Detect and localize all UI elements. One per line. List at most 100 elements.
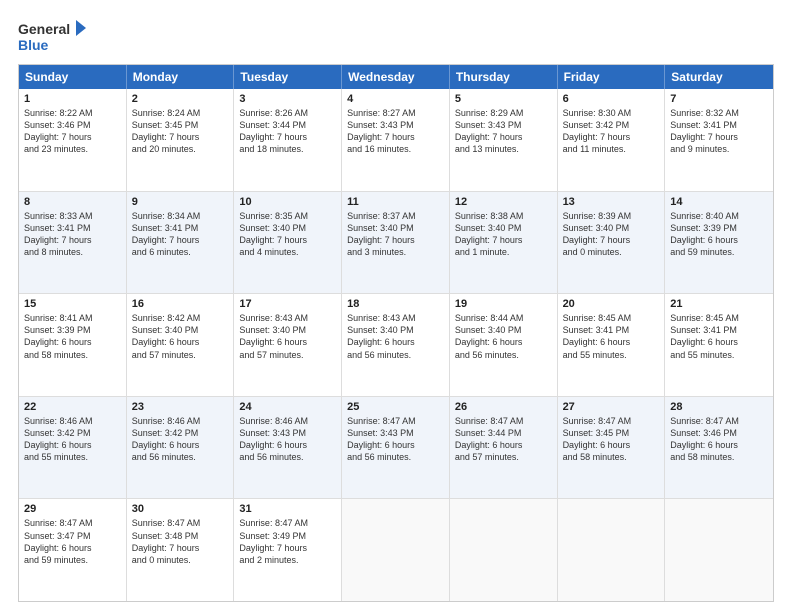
- day-number: 20: [563, 298, 660, 310]
- calendar-cell: 15 Sunrise: 8:41 AM Sunset: 3:39 PM Dayli…: [19, 294, 127, 396]
- cell-info: Sunrise: 8:47 AM Sunset: 3:48 PM Dayligh…: [132, 517, 229, 566]
- day-number: 19: [455, 298, 552, 310]
- day-number: 11: [347, 196, 444, 208]
- day-number: 3: [239, 93, 336, 105]
- day-number: 23: [132, 401, 229, 413]
- cell-info: Sunrise: 8:40 AM Sunset: 3:39 PM Dayligh…: [670, 210, 768, 259]
- calendar-row-1: 1Sunrise: 8:22 AM Sunset: 3:46 PM Daylig…: [19, 89, 773, 192]
- cell-info: Sunrise: 8:32 AM Sunset: 3:41 PM Dayligh…: [670, 107, 768, 156]
- calendar-cell: 17 Sunrise: 8:43 AM Sunset: 3:40 PM Dayli…: [234, 294, 342, 396]
- cell-info: Sunrise: 8:43 AM Sunset: 3:40 PM Dayligh…: [347, 312, 444, 361]
- calendar-cell: 21 Sunrise: 8:45 AM Sunset: 3:41 PM Dayli…: [665, 294, 773, 396]
- header-cell-tuesday: Tuesday: [234, 65, 342, 89]
- svg-text:Blue: Blue: [18, 37, 49, 53]
- day-number: 29: [24, 503, 121, 515]
- calendar-cell: 7 Sunrise: 8:32 AM Sunset: 3:41 PM Daylig…: [665, 89, 773, 191]
- svg-text:General: General: [18, 21, 70, 37]
- cell-info: Sunrise: 8:46 AM Sunset: 3:42 PM Dayligh…: [132, 415, 229, 464]
- cell-info: Sunrise: 8:24 AM Sunset: 3:45 PM Dayligh…: [132, 107, 229, 156]
- calendar-cell: 11Sunrise: 8:37 AM Sunset: 3:40 PM Dayli…: [342, 192, 450, 294]
- day-number: 15: [24, 298, 121, 310]
- logo-svg: GeneralBlue: [18, 18, 88, 56]
- calendar-cell: 29Sunrise: 8:47 AM Sunset: 3:47 PM Dayli…: [19, 499, 127, 601]
- header-cell-monday: Monday: [127, 65, 235, 89]
- day-number: 4: [347, 93, 444, 105]
- cell-info: Sunrise: 8:42 AM Sunset: 3:40 PM Dayligh…: [132, 312, 229, 361]
- calendar-cell: [450, 499, 558, 601]
- calendar-row-5: 29Sunrise: 8:47 AM Sunset: 3:47 PM Dayli…: [19, 499, 773, 601]
- day-number: 13: [563, 196, 660, 208]
- calendar-cell: 25Sunrise: 8:47 AM Sunset: 3:43 PM Dayli…: [342, 397, 450, 499]
- cell-info: Sunrise: 8:29 AM Sunset: 3:43 PM Dayligh…: [455, 107, 552, 156]
- header-cell-wednesday: Wednesday: [342, 65, 450, 89]
- header-cell-thursday: Thursday: [450, 65, 558, 89]
- cell-info: Sunrise: 8:43 AM Sunset: 3:40 PM Dayligh…: [239, 312, 336, 361]
- day-number: 8: [24, 196, 121, 208]
- calendar-cell: 22 Sunrise: 8:46 AM Sunset: 3:42 PM Dayli…: [19, 397, 127, 499]
- cell-info: Sunrise: 8:44 AM Sunset: 3:40 PM Dayligh…: [455, 312, 552, 361]
- day-number: 30: [132, 503, 229, 515]
- cell-info: Sunrise: 8:33 AM Sunset: 3:41 PM Dayligh…: [24, 210, 121, 259]
- cell-info: Sunrise: 8:39 AM Sunset: 3:40 PM Dayligh…: [563, 210, 660, 259]
- calendar-body: 1Sunrise: 8:22 AM Sunset: 3:46 PM Daylig…: [19, 89, 773, 601]
- day-number: 16: [132, 298, 229, 310]
- day-number: 21: [670, 298, 768, 310]
- calendar-header: SundayMondayTuesdayWednesdayThursdayFrid…: [19, 65, 773, 89]
- header-cell-sunday: Sunday: [19, 65, 127, 89]
- day-number: 1: [24, 93, 121, 105]
- calendar-cell: 23 Sunrise: 8:46 AM Sunset: 3:42 PM Dayli…: [127, 397, 235, 499]
- cell-info: Sunrise: 8:47 AM Sunset: 3:46 PM Dayligh…: [670, 415, 768, 464]
- calendar-cell: 5 Sunrise: 8:29 AM Sunset: 3:43 PM Daylig…: [450, 89, 558, 191]
- calendar-row-2: 8 Sunrise: 8:33 AM Sunset: 3:41 PM Daylig…: [19, 192, 773, 295]
- calendar-cell: 26 Sunrise: 8:47 AM Sunset: 3:44 PM Dayli…: [450, 397, 558, 499]
- calendar-cell: 28 Sunrise: 8:47 AM Sunset: 3:46 PM Dayli…: [665, 397, 773, 499]
- day-number: 9: [132, 196, 229, 208]
- cell-info: Sunrise: 8:27 AM Sunset: 3:43 PM Dayligh…: [347, 107, 444, 156]
- header: GeneralBlue: [18, 18, 774, 56]
- day-number: 2: [132, 93, 229, 105]
- day-number: 7: [670, 93, 768, 105]
- day-number: 5: [455, 93, 552, 105]
- day-number: 12: [455, 196, 552, 208]
- cell-info: Sunrise: 8:47 AM Sunset: 3:45 PM Dayligh…: [563, 415, 660, 464]
- calendar-cell: 12Sunrise: 8:38 AM Sunset: 3:40 PM Dayli…: [450, 192, 558, 294]
- cell-info: Sunrise: 8:46 AM Sunset: 3:42 PM Dayligh…: [24, 415, 121, 464]
- day-number: 28: [670, 401, 768, 413]
- calendar-cell: 27 Sunrise: 8:47 AM Sunset: 3:45 PM Dayli…: [558, 397, 666, 499]
- day-number: 17: [239, 298, 336, 310]
- cell-info: Sunrise: 8:45 AM Sunset: 3:41 PM Dayligh…: [670, 312, 768, 361]
- cell-info: Sunrise: 8:41 AM Sunset: 3:39 PM Dayligh…: [24, 312, 121, 361]
- calendar-cell: 4 Sunrise: 8:27 AM Sunset: 3:43 PM Daylig…: [342, 89, 450, 191]
- calendar-cell: 2 Sunrise: 8:24 AM Sunset: 3:45 PM Daylig…: [127, 89, 235, 191]
- calendar-cell: 31 Sunrise: 8:47 AM Sunset: 3:49 PM Dayli…: [234, 499, 342, 601]
- calendar-cell: [665, 499, 773, 601]
- calendar: SundayMondayTuesdayWednesdayThursdayFrid…: [18, 64, 774, 602]
- calendar-cell: [558, 499, 666, 601]
- day-number: 26: [455, 401, 552, 413]
- day-number: 14: [670, 196, 768, 208]
- day-number: 10: [239, 196, 336, 208]
- calendar-cell: [342, 499, 450, 601]
- day-number: 22: [24, 401, 121, 413]
- calendar-cell: 20 Sunrise: 8:45 AM Sunset: 3:41 PM Dayli…: [558, 294, 666, 396]
- day-number: 18: [347, 298, 444, 310]
- calendar-cell: 9 Sunrise: 8:34 AM Sunset: 3:41 PM Daylig…: [127, 192, 235, 294]
- cell-info: Sunrise: 8:45 AM Sunset: 3:41 PM Dayligh…: [563, 312, 660, 361]
- page: GeneralBlue SundayMondayTuesdayWednesday…: [0, 0, 792, 612]
- day-number: 25: [347, 401, 444, 413]
- calendar-cell: 24Sunrise: 8:46 AM Sunset: 3:43 PM Dayli…: [234, 397, 342, 499]
- calendar-cell: 30 Sunrise: 8:47 AM Sunset: 3:48 PM Dayli…: [127, 499, 235, 601]
- day-number: 24: [239, 401, 336, 413]
- cell-info: Sunrise: 8:47 AM Sunset: 3:44 PM Dayligh…: [455, 415, 552, 464]
- cell-info: Sunrise: 8:47 AM Sunset: 3:49 PM Dayligh…: [239, 517, 336, 566]
- day-number: 27: [563, 401, 660, 413]
- calendar-cell: 10Sunrise: 8:35 AM Sunset: 3:40 PM Dayli…: [234, 192, 342, 294]
- logo: GeneralBlue: [18, 18, 88, 56]
- cell-info: Sunrise: 8:34 AM Sunset: 3:41 PM Dayligh…: [132, 210, 229, 259]
- day-number: 31: [239, 503, 336, 515]
- calendar-cell: 16 Sunrise: 8:42 AM Sunset: 3:40 PM Dayli…: [127, 294, 235, 396]
- header-cell-saturday: Saturday: [665, 65, 773, 89]
- calendar-cell: 13 Sunrise: 8:39 AM Sunset: 3:40 PM Dayli…: [558, 192, 666, 294]
- day-number: 6: [563, 93, 660, 105]
- calendar-cell: 19 Sunrise: 8:44 AM Sunset: 3:40 PM Dayli…: [450, 294, 558, 396]
